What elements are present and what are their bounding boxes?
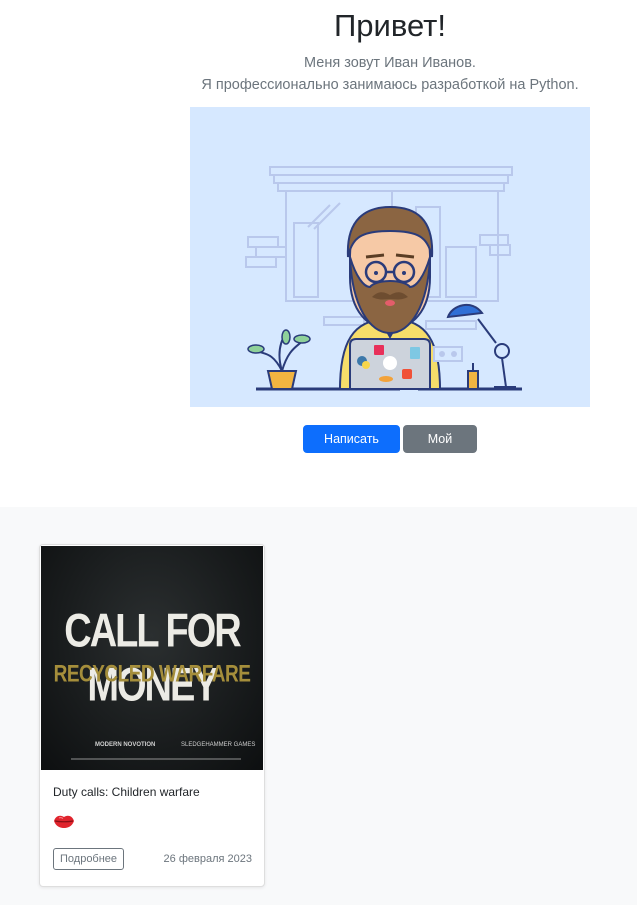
developer-illustration [190,107,590,407]
album-section: CALL FOR MONEY RECYCLED WARFARE MODERN N… [0,507,637,905]
hero-section: Привет! Меня зовут Иван Иванов. Я профес… [0,0,637,507]
hero-lead-line-2: Я профессионально занимаюсь разработкой … [201,77,579,93]
my-blog-button[interactable]: Мой блог [403,425,477,472]
post-card-date: 26 февраля 2023 [163,853,252,865]
poster-fine-print [71,758,241,760]
more-details-button[interactable]: Подробнее [53,848,125,870]
write-me-button[interactable]: Написать мне [303,425,400,472]
post-card-image[interactable]: CALL FOR MONEY RECYCLED WARFARE MODERN N… [41,546,263,770]
post-card-title: Duty calls: Children warfare [53,785,200,799]
poster-title-line-2: RECYCLED WARFARE [53,661,251,688]
hero-lead-line-1: Меня зовут Иван Иванов. [304,55,476,71]
poster-logo-right: SLEDGEHAMMER GAMES [181,742,256,748]
post-card: CALL FOR MONEY RECYCLED WARFARE MODERN N… [39,544,265,887]
poster-title-line-1: CALL FOR MONEY [64,605,241,712]
page-title: Привет! [334,8,446,43]
lips-icon [52,813,76,834]
hero-lead: Меня зовут Иван Иванов. Я профессиональн… [0,52,637,96]
poster-logo-left: MODERN NOVOTION [95,742,156,748]
hero-actions: Написать мне Мой блог [303,425,477,472]
